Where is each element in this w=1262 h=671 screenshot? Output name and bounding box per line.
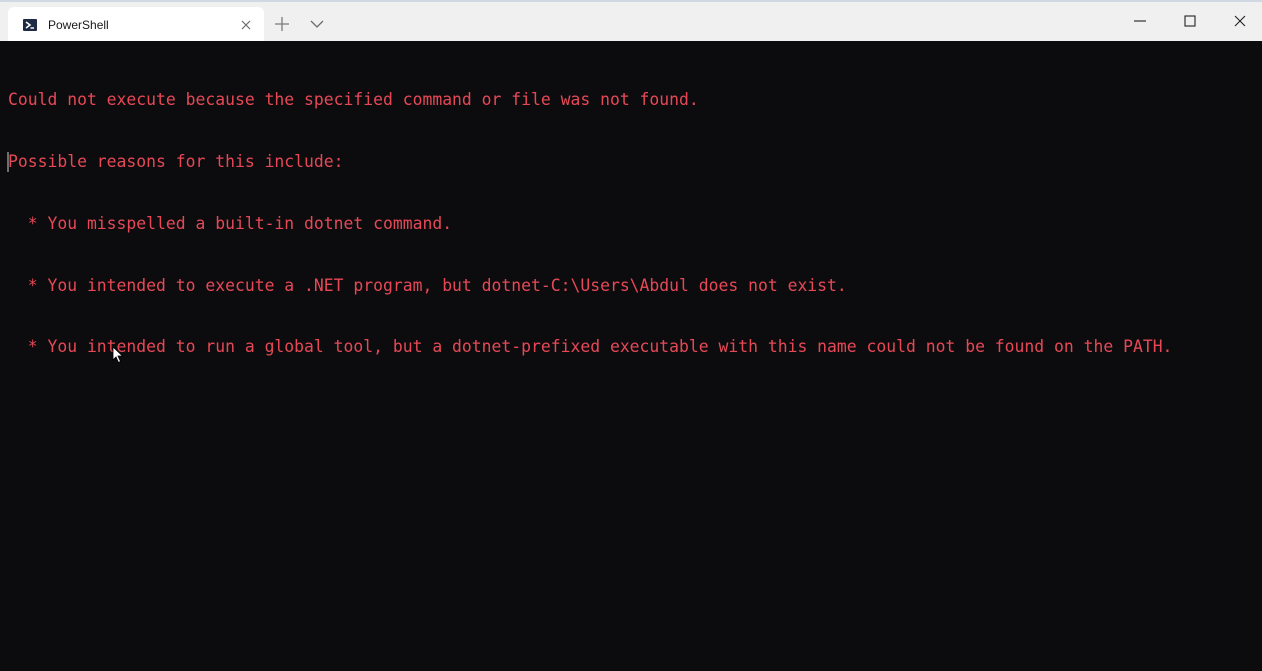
terminal-line: * You intended to execute a .NET program…: [8, 275, 847, 295]
terminal-line: * You misspelled a built-in dotnet comma…: [8, 213, 453, 233]
tab-title: PowerShell: [48, 18, 109, 32]
maximize-button[interactable]: [1166, 2, 1214, 41]
terminal-output[interactable]: Could not execute because the specified …: [0, 41, 1262, 671]
close-button[interactable]: [1216, 2, 1262, 41]
text-cursor: [7, 152, 9, 172]
terminal-text: Could not execute because the specified …: [8, 49, 1172, 399]
powershell-icon: [22, 17, 38, 33]
terminal-line: * You intended to run a global tool, but…: [8, 337, 1173, 357]
plus-icon[interactable]: [272, 14, 292, 34]
terminal-line: Possible reasons for this include:: [8, 151, 344, 171]
mouse-pointer-icon: [112, 346, 124, 364]
title-bar: PowerShell: [0, 0, 1262, 43]
minimize-button[interactable]: [1116, 2, 1164, 41]
close-icon[interactable]: [238, 17, 254, 33]
terminal-line: Could not execute because the specified …: [8, 90, 699, 110]
tab-powershell[interactable]: PowerShell: [8, 7, 264, 43]
chevron-down-icon[interactable]: [308, 15, 326, 33]
